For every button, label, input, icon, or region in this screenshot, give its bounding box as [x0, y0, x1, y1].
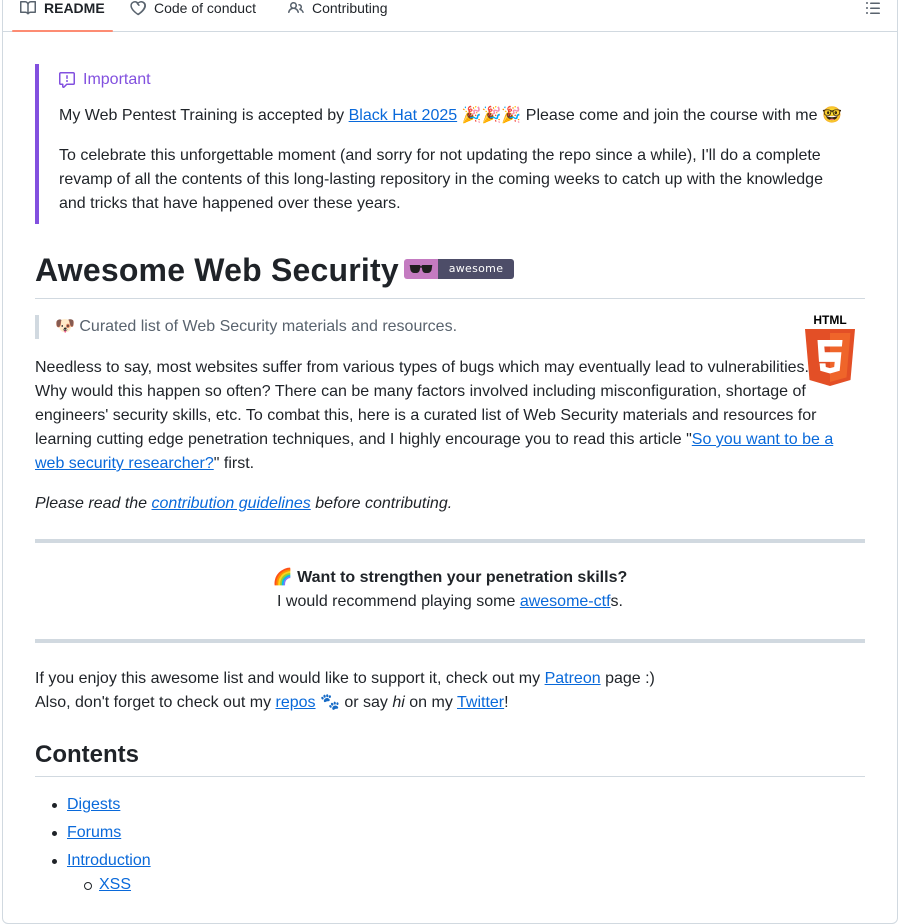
support-emphasis: hi [392, 694, 405, 711]
contents-heading: Contents [35, 736, 865, 777]
tagline-quote: 🐶 Curated list of Web Security materials… [35, 315, 795, 339]
list-item: XSS [35, 873, 865, 897]
table-of-contents: Digests Forums Introduction XSS [35, 793, 865, 897]
alert-text: My Web Pentest Training is accepted by [59, 107, 349, 124]
list-item: Digests [35, 793, 865, 821]
report-icon [59, 72, 83, 88]
repos-link[interactable]: repos [276, 694, 316, 711]
alert-text: 🎉🎉🎉 Please come and join the course with… [457, 107, 842, 124]
important-alert: Important My Web Pentest Training is acc… [35, 64, 865, 224]
toc-link-digests[interactable]: Digests [67, 796, 120, 813]
main-heading: Awesome Web Security awesome [35, 248, 865, 299]
awesome-badge[interactable]: awesome [404, 259, 514, 279]
tab-readme-label: README [44, 0, 105, 16]
code-of-conduct-icon [130, 0, 146, 16]
intro-text: " first. [213, 455, 255, 472]
callout-text: s. [610, 593, 623, 610]
alert-title-text: Important [83, 71, 151, 88]
people-icon [288, 0, 304, 16]
support-text: Also, don't forget to check out my [35, 694, 276, 711]
ctf-callout: 🌈 Want to strengthen your penetration sk… [35, 566, 865, 614]
alert-paragraph-1: My Web Pentest Training is accepted by B… [59, 104, 849, 128]
callout-text: I would recommend playing some [277, 593, 520, 610]
support-line-2: Also, don't forget to check out my repos… [35, 691, 865, 715]
alert-title: Important [59, 72, 151, 88]
contribution-note: Please read the contribution guidelines … [35, 492, 835, 516]
toc-link-forums[interactable]: Forums [67, 824, 121, 841]
badge-label: awesome [438, 259, 514, 279]
sunglasses-icon [404, 259, 438, 279]
tab-readme[interactable]: README [12, 0, 113, 32]
contrib-text: before contributing. [310, 495, 453, 512]
support-text: ! [504, 694, 509, 711]
support-text: on my [404, 694, 457, 711]
support-line-1: If you enjoy this awesome list and would… [35, 667, 865, 691]
list-item: Introduction [35, 849, 865, 873]
intro-paragraph: Needless to say, most websites suffer fr… [35, 356, 835, 476]
support-text: 🐾 or say [315, 694, 393, 711]
list-item: Forums [35, 821, 865, 849]
tab-code-of-conduct-label: Code of conduct [154, 0, 256, 16]
divider [35, 639, 865, 643]
callout-line: I would recommend playing some awesome-c… [35, 590, 865, 614]
patreon-link[interactable]: Patreon [545, 670, 601, 687]
tab-contributing-label: Contributing [312, 0, 388, 16]
support-text: page :) [600, 670, 655, 687]
contrib-text: Please read the [35, 495, 152, 512]
support-text: If you enjoy this awesome list and would… [35, 670, 545, 687]
page-title: Awesome Web Security [35, 252, 399, 288]
readme-tab-bar: README Code of conduct Contributing [3, 0, 897, 32]
tab-contributing[interactable]: Contributing [288, 0, 388, 32]
callout-heading: 🌈 Want to strengthen your penetration sk… [272, 569, 628, 586]
book-icon [20, 0, 37, 16]
contents-title: Contents [35, 741, 139, 768]
toc-link-introduction[interactable]: Introduction [67, 852, 151, 869]
divider [35, 539, 865, 543]
awesome-ctf-link[interactable]: awesome-ctf [520, 593, 611, 610]
alert-paragraph-2: To celebrate this unforgettable moment (… [59, 147, 823, 212]
black-hat-link[interactable]: Black Hat 2025 [349, 107, 458, 124]
html5-logo-text: HTML [813, 313, 846, 327]
toc-link-xss[interactable]: XSS [99, 876, 131, 893]
tab-code-of-conduct[interactable]: Code of conduct [130, 0, 256, 32]
twitter-link[interactable]: Twitter [457, 694, 504, 711]
contribution-guidelines-link[interactable]: contribution guidelines [152, 495, 311, 512]
support-paragraph: If you enjoy this awesome list and would… [35, 667, 865, 715]
list-unordered-icon[interactable] [865, 0, 883, 18]
